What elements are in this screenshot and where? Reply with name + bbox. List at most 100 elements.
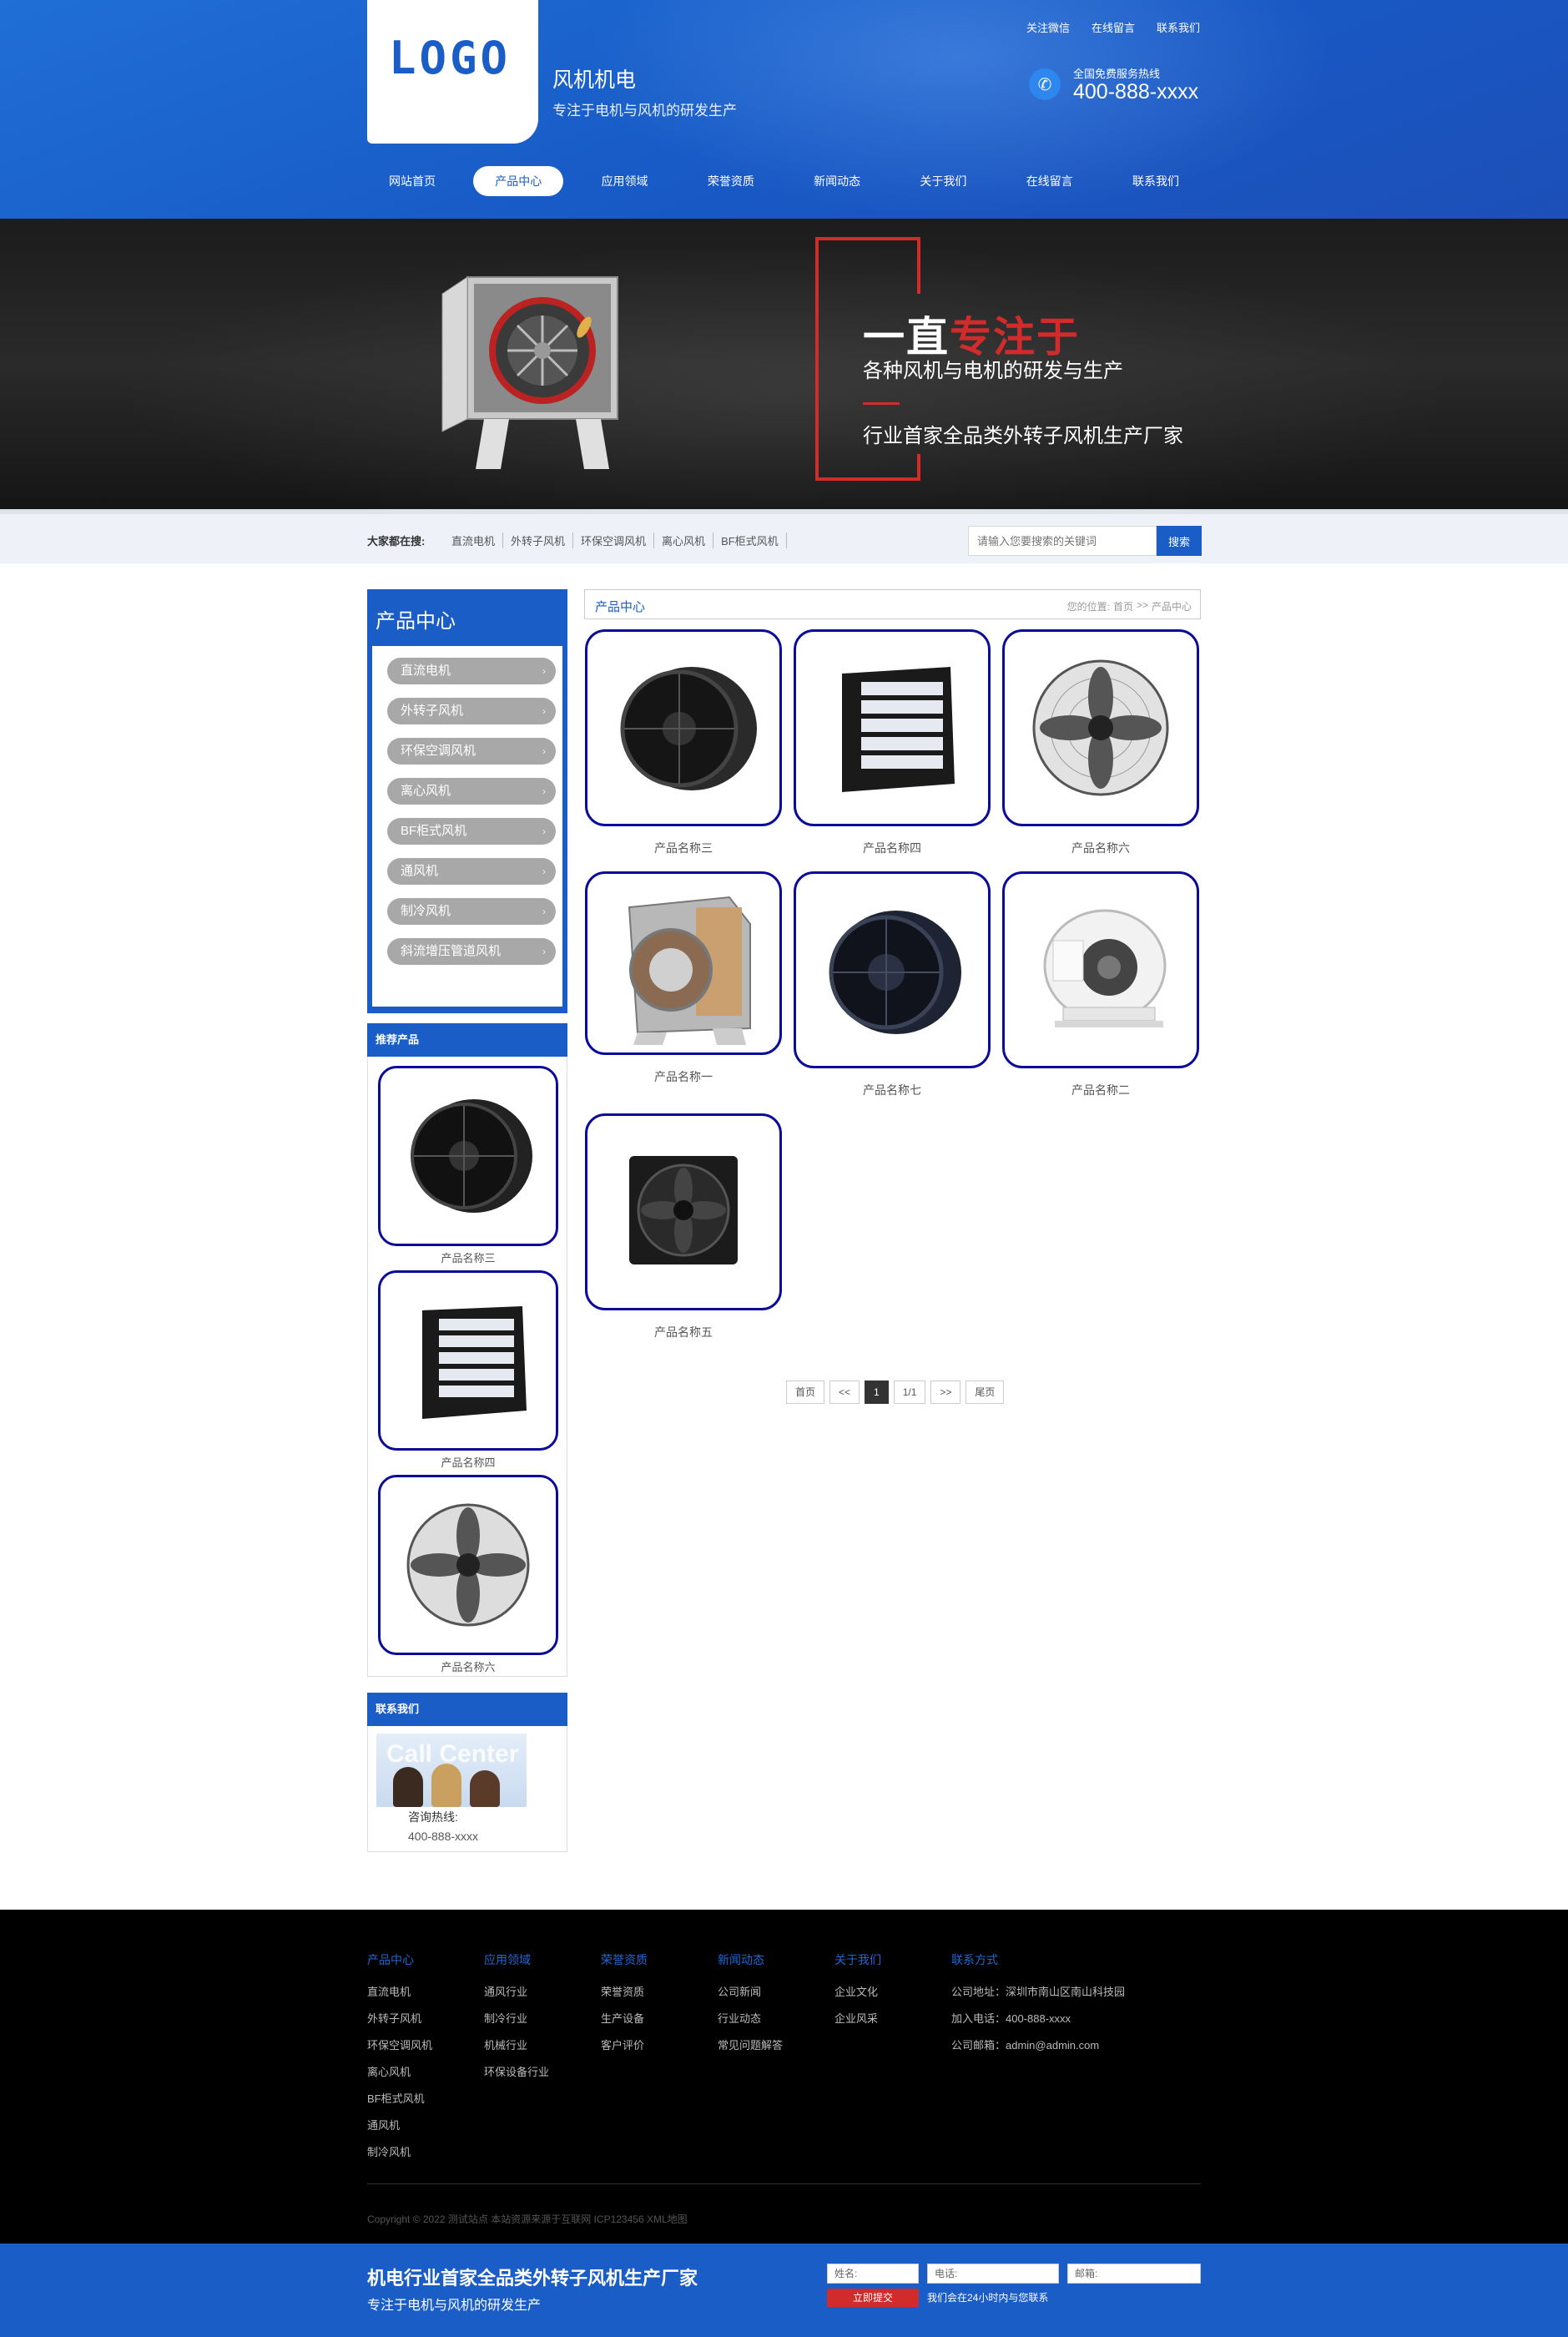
recommended-item[interactable]: 产品名称三: [378, 1066, 558, 1264]
hotline-label: 全国免费服务热线: [1073, 68, 1161, 80]
recommended-item[interactable]: 产品名称六: [378, 1475, 558, 1673]
footer-link[interactable]: 公司新闻: [718, 1983, 783, 1999]
footer-link[interactable]: 离心风机: [367, 2063, 432, 2079]
product-image: [794, 871, 991, 1068]
footer-link[interactable]: 通风行业: [484, 1983, 549, 1999]
footer-column-title[interactable]: 应用领域: [484, 1951, 549, 1968]
sidebar-category-item[interactable]: 外转子风机 ›: [387, 698, 556, 724]
footer-link[interactable]: 企业文化: [834, 1983, 881, 1999]
product-image: [378, 1475, 558, 1655]
copyright: Copyright © 2022 测试站点 本站资源来源于互联网 ICP1234…: [367, 2213, 688, 2225]
product-image: [1002, 629, 1199, 826]
nav-honors[interactable]: 荣誉资质: [686, 166, 776, 196]
centrifugal-blower-icon: [628, 896, 751, 1045]
site-slogan: 专注于电机与风机的研发生产: [552, 103, 737, 119]
submit-button[interactable]: 立即提交: [827, 2289, 919, 2307]
footer-link[interactable]: 直流电机: [367, 1983, 432, 1999]
footer-column-title[interactable]: 新闻动态: [718, 1951, 783, 1968]
category-label: 离心风机: [401, 784, 451, 798]
breadcrumb-home[interactable]: 首页: [1113, 599, 1133, 613]
chevron-right-icon: ›: [542, 705, 546, 717]
pager-current[interactable]: 1: [865, 1380, 889, 1404]
footer-link[interactable]: 行业动态: [718, 2010, 783, 2026]
product-name: 产品名称二: [1071, 1083, 1130, 1097]
sidebar-category-item[interactable]: BF柜式风机 ›: [387, 818, 556, 845]
round-axial-fan-icon: [829, 911, 961, 1034]
breadcrumb-current[interactable]: 产品中心: [1152, 599, 1192, 613]
name-field[interactable]: 姓名:: [827, 2264, 919, 2284]
search-button[interactable]: 搜索: [1157, 526, 1202, 556]
footer-link[interactable]: 荣誉资质: [601, 1983, 648, 1999]
footer-link[interactable]: BF柜式风机: [367, 2090, 432, 2106]
nav-home[interactable]: 网站首页: [367, 166, 457, 196]
top-link-message[interactable]: 在线留言: [1092, 19, 1135, 35]
footer-column-title[interactable]: 关于我们: [834, 1951, 881, 1968]
contact-title: 联系我们: [367, 1693, 567, 1726]
square-axial-fan-icon: [629, 1156, 738, 1264]
hot-word[interactable]: 外转子风机: [503, 533, 574, 548]
recommended-item[interactable]: 产品名称四: [378, 1270, 558, 1469]
footer-link[interactable]: 客户评价: [601, 2037, 648, 2052]
pager-last[interactable]: 尾页: [966, 1380, 1005, 1404]
hot-word[interactable]: BF柜式风机: [713, 533, 787, 548]
nav-applications[interactable]: 应用领域: [580, 166, 670, 196]
category-label: 斜流增压管道风机: [401, 944, 502, 958]
footer-link[interactable]: 外转子风机: [367, 2010, 432, 2026]
nav-contact[interactable]: 联系我们: [1111, 166, 1201, 196]
footer-link[interactable]: 通风机: [367, 2117, 432, 2133]
footer-column-title[interactable]: 产品中心: [367, 1951, 432, 1968]
footer-phone: 加入电话：400-888-xxxx: [951, 2012, 1071, 2025]
inline-duct-fan-icon: [1043, 909, 1167, 1027]
category-label: BF柜式风机: [401, 824, 467, 838]
nav-about[interactable]: 关于我们: [898, 166, 988, 196]
banner-frame: [815, 237, 920, 240]
grille-axial-fan-icon: [1032, 659, 1169, 796]
footer-column: 应用领域 通风行业 制冷行业 机械行业 环保设备行业: [484, 1951, 549, 2090]
product-image: [585, 1113, 782, 1310]
banner-frame: [917, 237, 920, 294]
footer-link[interactable]: 企业风采: [834, 2010, 881, 2026]
search-input[interactable]: [968, 526, 1157, 556]
logo[interactable]: LOGO: [367, 0, 538, 144]
footer-column-title[interactable]: 荣誉资质: [601, 1951, 648, 1968]
product-name: 产品名称五: [654, 1325, 713, 1339]
product-name: 产品名称一: [654, 1070, 713, 1083]
footer-link[interactable]: 生产设备: [601, 2010, 648, 2026]
product-name: 产品名称四: [863, 841, 921, 855]
sidebar-category-list: 直流电机 › 外转子风机 › 环保空调风机 › 离心风机 › BF柜式风机 › 通风机 › …: [372, 646, 562, 1007]
bottom-bar-note: 我们会在24小时内与您联系: [927, 2292, 1049, 2304]
email-field[interactable]: 邮箱:: [1067, 2264, 1201, 2284]
site-footer: 产品中心 直流电机 外转子风机 环保空调风机 离心风机 BF柜式风机 通风机 制…: [0, 1910, 1568, 2244]
product-image: [585, 629, 782, 826]
footer-link[interactable]: 环保设备行业: [484, 2063, 549, 2079]
recommended-products: 推荐产品 产品名称三 产品名称四 产品名称六: [367, 1023, 567, 1677]
sidebar-category-item[interactable]: 离心风机 ›: [387, 778, 556, 805]
hot-search-label: 大家都在搜:: [367, 535, 426, 548]
round-axial-fan-icon: [411, 1099, 532, 1213]
footer-link[interactable]: 制冷风机: [367, 2143, 432, 2159]
pager-prev[interactable]: <<: [829, 1380, 860, 1404]
nav-message[interactable]: 在线留言: [1005, 166, 1095, 196]
footer-link[interactable]: 常见问题解答: [718, 2037, 783, 2052]
hot-word[interactable]: 离心风机: [654, 533, 714, 548]
top-link-wechat[interactable]: 关注微信: [1026, 19, 1070, 35]
nav-products[interactable]: 产品中心: [473, 166, 564, 196]
sidebar-category-item[interactable]: 制冷风机 ›: [387, 898, 556, 925]
footer-link[interactable]: 环保空调风机: [367, 2037, 432, 2052]
hot-word[interactable]: 环保空调风机: [573, 533, 655, 548]
footer-link[interactable]: 机械行业: [484, 2037, 549, 2052]
pager-first[interactable]: 首页: [786, 1380, 825, 1404]
sidebar-category-item[interactable]: 环保空调风机 ›: [387, 738, 556, 765]
sidebar-category-item[interactable]: 通风机 ›: [387, 858, 556, 885]
pager-next[interactable]: >>: [930, 1380, 961, 1404]
breadcrumb-separator: >>: [1136, 599, 1148, 611]
nav-news[interactable]: 新闻动态: [792, 166, 882, 196]
person-icon: [393, 1767, 423, 1807]
sidebar-category-item[interactable]: 斜流增压管道风机 ›: [387, 938, 556, 965]
top-link-contact[interactable]: 联系我们: [1157, 19, 1200, 35]
recommended-title: 推荐产品: [367, 1023, 567, 1057]
sidebar-category-item[interactable]: 直流电机 ›: [387, 658, 556, 684]
hot-word[interactable]: 直流电机: [444, 533, 504, 548]
phone-field[interactable]: 电话:: [927, 2264, 1059, 2284]
footer-link[interactable]: 制冷行业: [484, 2010, 549, 2026]
